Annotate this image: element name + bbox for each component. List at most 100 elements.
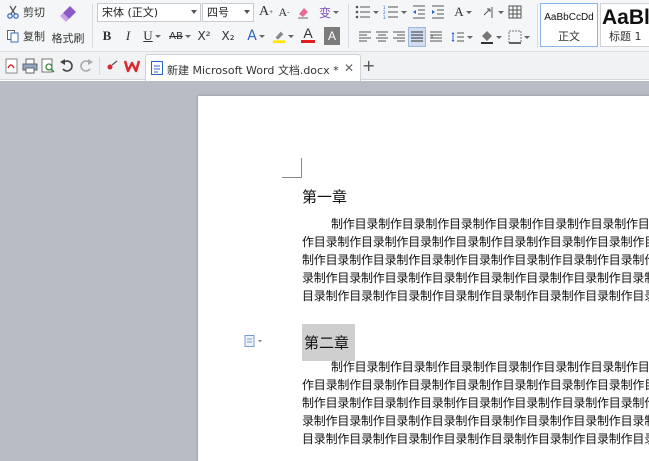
document-page[interactable]: 第一章 制作目录制作目录制作目录制作目录制作目录制作目录制作目录制作 作目录制作… <box>198 96 649 461</box>
paragraph-1[interactable]: 制作目录制作目录制作目录制作目录制作目录制作目录制作目录制作 作目录制作目录制作… <box>302 215 649 305</box>
paragraph-2[interactable]: 制作目录制作目录制作目录制作目录制作目录制作目录制作目录制作 作目录制作目录制作… <box>302 358 649 448</box>
painter-label: 格式刷 <box>51 32 85 45</box>
export-pdf-button[interactable] <box>4 58 20 74</box>
font-name-value: 宋体 (正文) <box>102 6 159 19</box>
print-preview-button[interactable] <box>40 58 56 74</box>
cut-button[interactable]: 剪切 <box>6 4 45 20</box>
close-tab-icon[interactable]: ✕ <box>344 61 354 75</box>
grow-font-button[interactable]: A + <box>258 3 274 21</box>
chevron-down-icon <box>401 10 407 14</box>
table-icon <box>508 5 522 19</box>
border-icon <box>508 30 522 44</box>
word-doc-icon <box>151 61 163 75</box>
clear-format-button[interactable] <box>295 3 311 21</box>
style-heading1-caption: 标题 1 <box>609 30 642 43</box>
grow-font-icon: A <box>258 4 270 19</box>
text-line: 作目录制作目录制作目录制作目录制作目录制作目录制作目录制作目录制 <box>302 235 649 249</box>
chevron-down-icon <box>258 34 265 38</box>
wps-logo-icon[interactable] <box>123 58 141 74</box>
paragraph-mark-icon <box>483 7 493 18</box>
style-normal-sample: AaBbCcDd <box>544 12 594 23</box>
table-button[interactable] <box>507 3 523 21</box>
char-shading-button[interactable]: A <box>324 27 340 45</box>
divider <box>537 4 538 48</box>
italic-button[interactable]: I <box>121 27 135 45</box>
redo-icon <box>80 59 93 72</box>
format-painter-button[interactable]: 格式刷 <box>50 2 86 50</box>
ribbon: 剪切 复制 格式刷 宋体 (正文) 四号 A + A- 变 B I U AB X²… <box>0 0 649 52</box>
chinese-layout-button[interactable]: A <box>451 3 475 21</box>
align-center-button[interactable] <box>374 28 390 46</box>
style-normal[interactable]: AaBbCcDd 正文 <box>540 3 598 47</box>
strikethrough-icon: AB <box>169 30 183 42</box>
borders-button[interactable] <box>507 28 531 46</box>
text-effect-button[interactable]: A <box>244 27 268 45</box>
text-line: 录制作目录制作目录制作目录制作目录制作目录制作目录制作目录制作目 <box>302 271 649 285</box>
increase-indent-button[interactable] <box>430 3 446 21</box>
chevron-down-icon <box>154 34 161 38</box>
line-spacing-button[interactable] <box>450 28 474 46</box>
document-tab-bar: 新建 Microsoft Word 文档.docx * ✕ <box>0 52 649 81</box>
indent-icon <box>432 5 444 19</box>
svg-text:3: 3 <box>383 15 386 19</box>
pdf-icon <box>5 58 18 74</box>
strikethrough-button[interactable]: AB <box>167 27 193 45</box>
align-right-icon <box>393 31 405 42</box>
subscript-button[interactable]: X₂ <box>219 27 237 45</box>
style-heading1[interactable]: AaBl 标题 1 <box>600 3 649 47</box>
text-line: 制作目录制作目录制作目录制作目录制作目录制作目录制作目录制作 <box>331 217 649 231</box>
tab-title: 新建 Microsoft Word 文档.docx * <box>167 64 339 77</box>
undo-button[interactable] <box>59 58 75 74</box>
superscript-button[interactable]: X² <box>195 27 213 45</box>
customize-toolbar-button[interactable] <box>104 58 120 74</box>
bullets-button[interactable] <box>354 3 380 21</box>
divider <box>99 57 100 75</box>
text-line: 制作目录制作目录制作目录制作目录制作目录制作目录制作目录制作 <box>331 360 649 374</box>
numbering-button[interactable]: 123 <box>382 3 408 21</box>
decrease-indent-button[interactable] <box>411 3 427 21</box>
copy-button[interactable]: 复制 <box>6 28 45 44</box>
distributed-button[interactable] <box>428 28 444 46</box>
chevron-down-icon <box>465 10 472 14</box>
phonetic-guide-button[interactable]: 变 <box>318 3 340 21</box>
show-marks-button[interactable] <box>481 3 505 21</box>
highlighter-icon <box>272 31 286 43</box>
new-tab-button[interactable]: + <box>362 56 375 75</box>
chevron-down-icon <box>498 10 504 14</box>
highlight-button[interactable] <box>272 27 294 45</box>
preview-icon <box>41 58 55 73</box>
align-right-button[interactable] <box>391 28 407 46</box>
distributed-icon <box>430 31 442 42</box>
font-color-button[interactable]: A <box>297 26 319 44</box>
align-center-icon <box>376 31 388 42</box>
underline-button[interactable]: U <box>141 27 163 45</box>
chevron-down-icon <box>524 35 530 39</box>
font-size-value: 四号 <box>207 6 229 19</box>
text-effect-icon: A <box>247 28 257 44</box>
paragraph-handle-icon[interactable] <box>244 335 266 347</box>
shrink-font-button[interactable]: A- <box>276 3 292 21</box>
document-tab[interactable]: 新建 Microsoft Word 文档.docx * ✕ <box>145 54 361 81</box>
shrink-font-icon: A <box>278 4 288 19</box>
print-button[interactable] <box>22 58 38 74</box>
italic-icon: I <box>125 28 131 43</box>
chevron-down-icon <box>184 34 191 38</box>
font-size-select[interactable]: 四号 <box>202 3 254 22</box>
superscript-icon: X² <box>197 29 211 43</box>
heading-chapter-1[interactable]: 第一章 <box>302 186 347 207</box>
text-line: 制作目录制作目录制作目录制作目录制作目录制作目录制作目录制作目录 <box>302 253 649 267</box>
shading-button[interactable] <box>479 28 503 46</box>
chevron-down-icon <box>333 10 339 14</box>
char-shading-icon: A <box>327 29 336 43</box>
text-line: 作目录制作目录制作目录制作目录制作目录制作目录制作目录制作目录制 <box>302 378 649 392</box>
chevron-down-icon <box>288 34 294 38</box>
redo-button[interactable] <box>78 58 94 74</box>
align-left-icon <box>359 31 371 42</box>
justify-button[interactable] <box>408 27 426 47</box>
heading-chapter-2[interactable]: 第二章 <box>302 324 356 361</box>
align-left-button[interactable] <box>357 28 373 46</box>
bold-button[interactable]: B <box>100 27 114 45</box>
font-name-select[interactable]: 宋体 (正文) <box>97 3 201 22</box>
subscript-icon: X₂ <box>221 29 235 43</box>
numbered-list-icon: 123 <box>383 5 398 19</box>
